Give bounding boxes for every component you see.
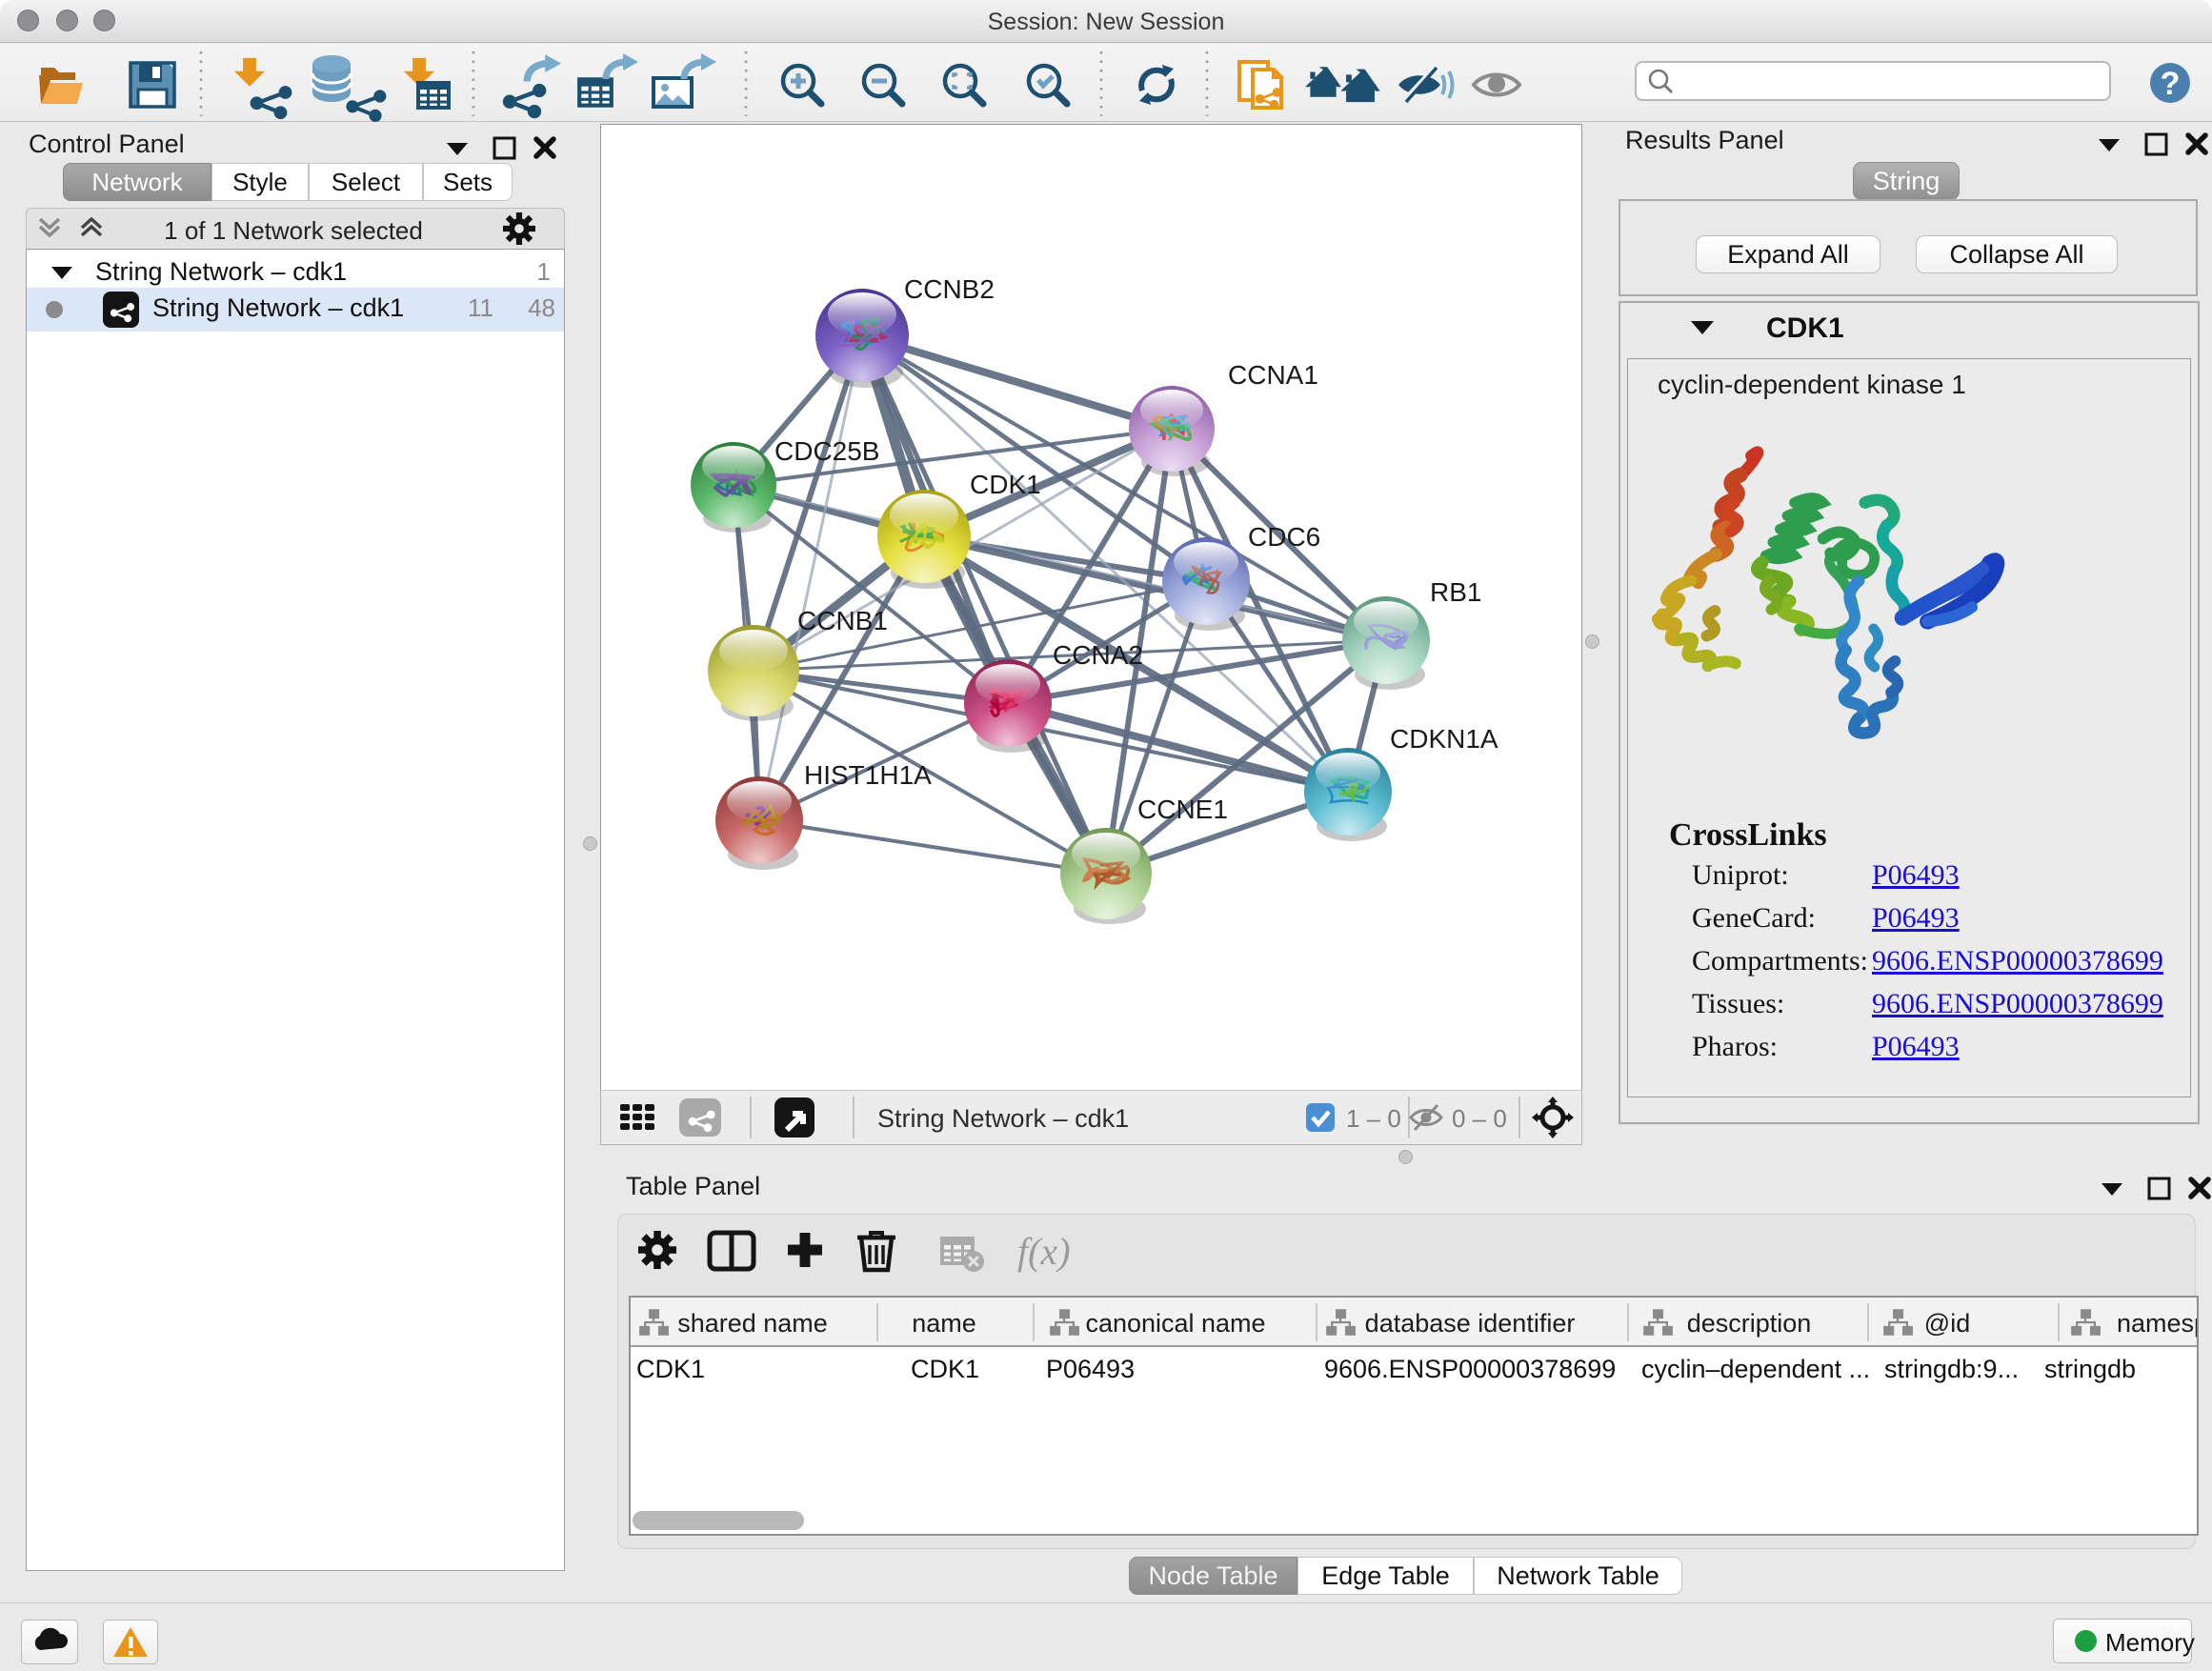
svg-text:String Network – cdk1: String Network – cdk1 — [877, 1104, 1129, 1133]
svg-text:CDC6: CDC6 — [1248, 522, 1320, 552]
svg-text:namespac: namespac — [2117, 1309, 2197, 1338]
svg-text:RB1: RB1 — [1430, 577, 1481, 607]
svg-text:?: ? — [2161, 66, 2181, 102]
svg-text:f(x): f(x) — [1017, 1230, 1071, 1273]
svg-text:CCNB1: CCNB1 — [797, 606, 888, 635]
svg-text:CCNB2: CCNB2 — [904, 274, 995, 304]
svg-text:CDKN1A: CDKN1A — [1390, 724, 1498, 754]
svg-text:CDK1: CDK1 — [970, 470, 1041, 499]
svg-text:shared name: shared name — [677, 1309, 828, 1338]
svg-text:CCNA1: CCNA1 — [1228, 360, 1318, 390]
svg-text:1 – 0: 1 – 0 — [1346, 1104, 1401, 1133]
svg-text:name: name — [912, 1309, 976, 1338]
svg-text:HIST1H1A: HIST1H1A — [804, 760, 932, 790]
svg-text:CDC25B: CDC25B — [774, 436, 879, 466]
svg-text:@id: @id — [1924, 1309, 1970, 1338]
svg-text:database identifier: database identifier — [1365, 1309, 1576, 1338]
svg-text:0 – 0: 0 – 0 — [1452, 1104, 1507, 1133]
svg-text:CCNA2: CCNA2 — [1053, 640, 1143, 670]
svg-text:canonical name: canonical name — [1085, 1309, 1265, 1338]
svg-text:CCNE1: CCNE1 — [1137, 795, 1228, 824]
svg-text:description: description — [1687, 1309, 1812, 1338]
